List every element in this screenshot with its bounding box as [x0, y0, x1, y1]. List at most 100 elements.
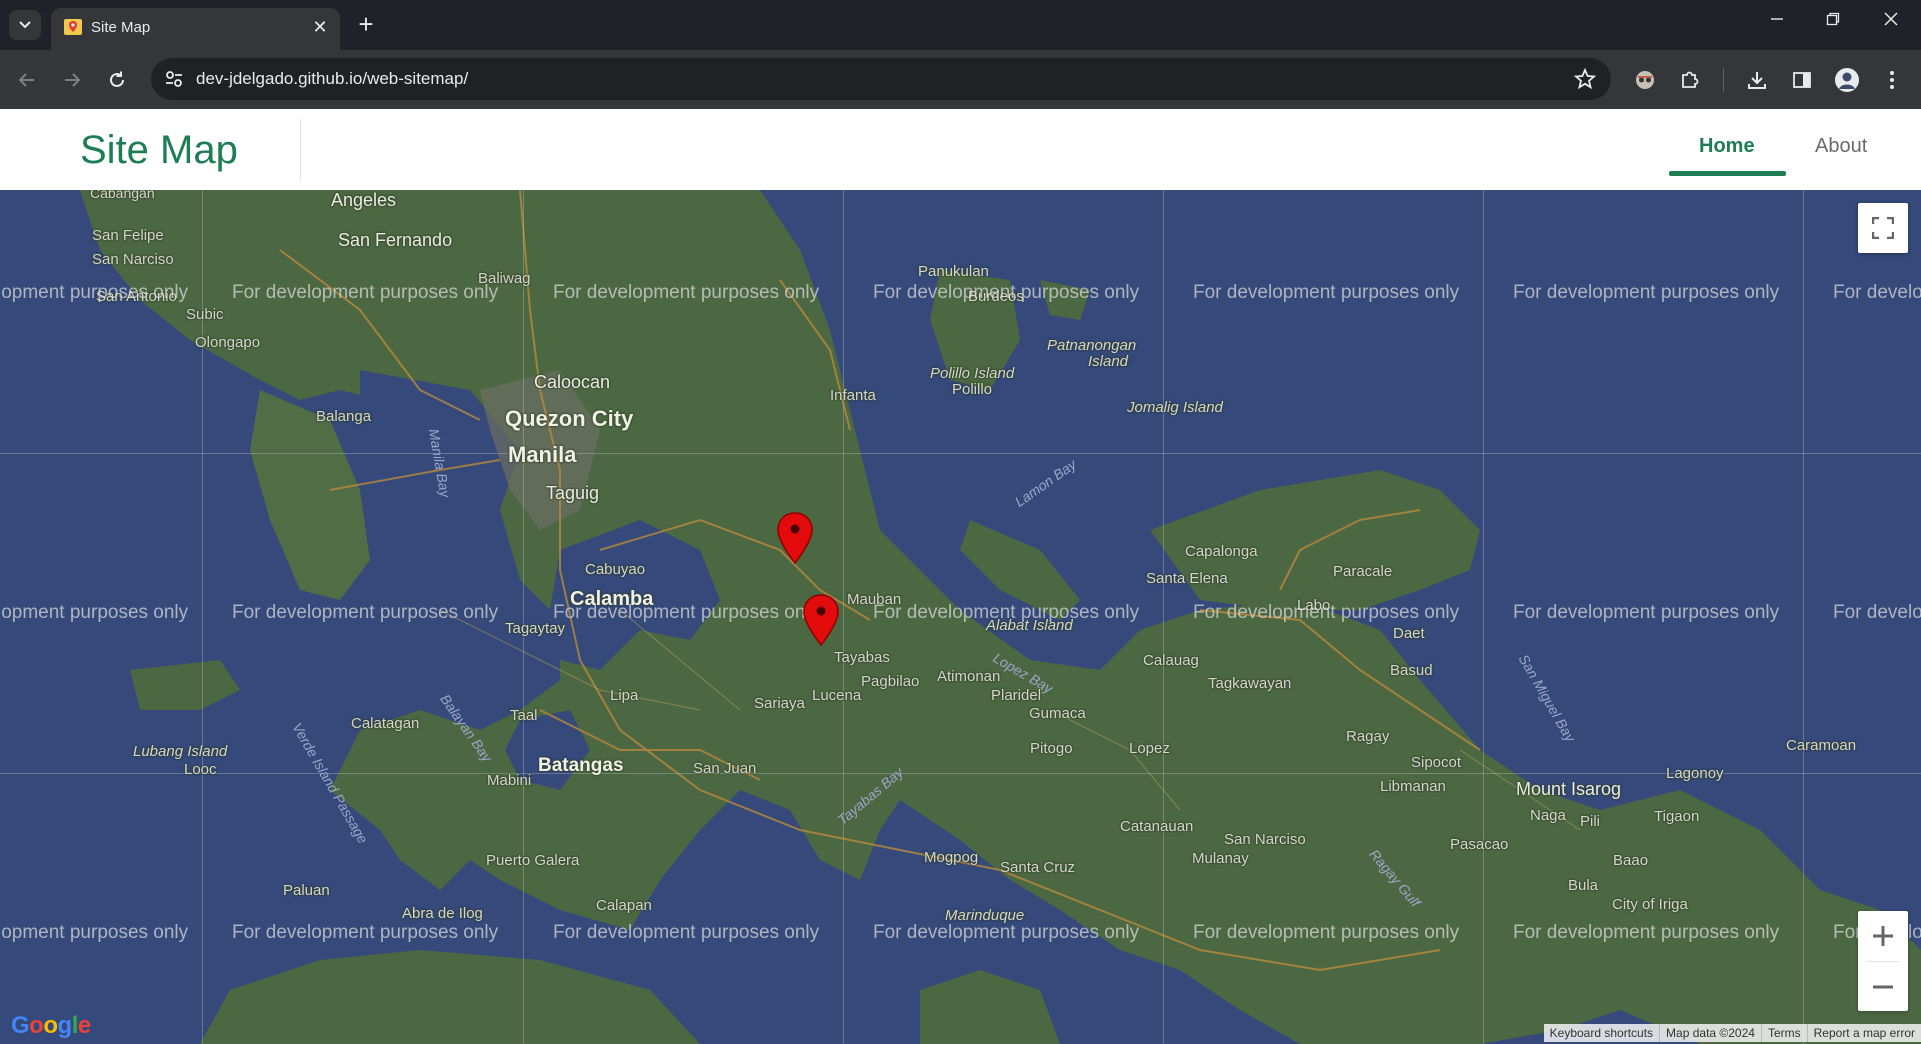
tile-border: [843, 190, 844, 1044]
extensions-button[interactable]: [1676, 66, 1704, 94]
map-favicon-icon: [64, 19, 82, 35]
new-tab-button[interactable]: +: [354, 11, 378, 37]
bookmark-star-icon[interactable]: [1573, 67, 1597, 91]
place-label: Quezon City: [505, 406, 634, 431]
active-nav-indicator: [1669, 171, 1786, 176]
place-label: Cabangan: [90, 190, 155, 201]
report-map-error-link[interactable]: Report a map error: [1806, 1024, 1921, 1042]
place-label: Batangas: [538, 755, 624, 776]
place-label: Panukulan: [918, 263, 989, 280]
restore-button[interactable]: [1818, 12, 1848, 38]
dev-watermark-text: For development purposes only: [873, 602, 1140, 623]
dev-watermark-text: For development purposes only: [553, 282, 820, 303]
tab-title: Site Map: [91, 19, 151, 36]
chevron-down-icon: [19, 21, 31, 29]
extension-avatar-button[interactable]: [1631, 66, 1659, 94]
terms-link[interactable]: Terms: [1760, 1024, 1807, 1042]
forward-button[interactable]: [58, 66, 86, 94]
arrow-left-icon: [18, 73, 34, 87]
map-attribution: Keyboard shortcuts Map data ©2024 Terms …: [1543, 1024, 1921, 1042]
minimize-button[interactable]: [1762, 12, 1792, 38]
browser-menu-button[interactable]: [1878, 66, 1906, 94]
place-label: Capalonga: [1185, 543, 1258, 560]
zoom-out-button[interactable]: [1858, 962, 1908, 1011]
place-label: Cabuyao: [585, 561, 646, 578]
place-label: Balanga: [316, 408, 372, 425]
place-label: Manila: [508, 442, 577, 467]
place-label: San Narciso: [1224, 831, 1306, 848]
dev-watermark-text: For development purposes only: [873, 282, 1140, 303]
profile-avatar-icon: [1835, 68, 1859, 92]
side-panel-button[interactable]: [1788, 66, 1816, 94]
minimize-icon: [1771, 18, 1783, 20]
location-pin-icon[interactable]: [801, 593, 841, 647]
browser-toolbar: dev-jdelgado.github.io/web-sitemap/: [0, 50, 1921, 109]
tile-border: [1163, 190, 1164, 1044]
place-label: Bula: [1568, 877, 1599, 894]
dev-watermark-text: For development purposes only: [1513, 602, 1780, 623]
toolbar-divider: [1723, 68, 1724, 92]
back-button[interactable]: [13, 66, 41, 94]
tile-border: [1803, 190, 1804, 1044]
place-label: Subic: [186, 306, 224, 323]
site-brand-title[interactable]: Site Map: [80, 128, 238, 173]
place-label: Tigaon: [1654, 808, 1700, 825]
zoom-control: [1858, 911, 1908, 1011]
location-pin-icon[interactable]: [775, 511, 815, 565]
tile-border: [1483, 190, 1484, 1044]
place-label: Taguig: [546, 483, 600, 503]
place-label: Looc: [184, 761, 217, 778]
google-logo[interactable]: Google: [11, 1012, 91, 1040]
place-label: Jomalig Island: [1127, 399, 1223, 416]
dev-watermark-text: For development purposes only: [553, 922, 820, 943]
puzzle-icon: [1682, 71, 1699, 88]
url-text[interactable]: dev-jdelgado.github.io/web-sitemap/: [196, 69, 468, 89]
place-label: Polillo Island: [930, 365, 1015, 382]
place-label: Tagkawayan: [1208, 675, 1292, 692]
place-label: Sipocot: [1411, 754, 1462, 771]
tab-search-button[interactable]: [9, 10, 41, 40]
dev-watermark-text: For development purposes only: [1193, 282, 1460, 303]
site-info-icon[interactable]: [163, 68, 185, 90]
side-panel-icon: [1793, 72, 1811, 88]
dev-watermark-text: For development purposes only: [232, 282, 499, 303]
dev-watermark-text: For development purposes only: [1193, 922, 1460, 943]
reload-icon: [110, 71, 124, 87]
tile-border: [523, 190, 524, 1044]
zoom-in-button[interactable]: [1858, 911, 1908, 961]
place-label: Taal: [510, 707, 538, 724]
place-label: Caloocan: [534, 372, 611, 392]
place-label: Tayabas: [834, 649, 890, 666]
download-icon: [1748, 72, 1766, 89]
place-label: Polillo: [952, 381, 993, 398]
fullscreen-button[interactable]: [1858, 203, 1908, 253]
downloads-button[interactable]: [1743, 66, 1771, 94]
place-label: Pili: [1580, 813, 1601, 830]
dev-watermark-text: For development purposes only: [1193, 602, 1460, 623]
close-window-button[interactable]: [1876, 12, 1906, 38]
arrow-right-icon: [65, 73, 81, 87]
place-label: Abra de Ilog: [402, 905, 483, 922]
place-label: San Narciso: [92, 251, 174, 268]
reload-button[interactable]: [103, 66, 131, 94]
place-label: Mulanay: [1192, 850, 1249, 867]
address-bar[interactable]: dev-jdelgado.github.io/web-sitemap/: [151, 58, 1611, 100]
place-label: San Juan: [693, 760, 757, 777]
dev-watermark-text: For development purposes only: [0, 602, 189, 623]
profile-button[interactable]: [1833, 66, 1861, 94]
browser-tab[interactable]: Site Map ✕: [51, 8, 340, 50]
dev-watermark-text: For development purposes only: [873, 922, 1140, 943]
place-label: Calapan: [596, 897, 652, 914]
close-tab-icon[interactable]: ✕: [310, 17, 330, 37]
brand-divider: [300, 119, 301, 181]
map-canvas[interactable]: Cabangan Angeles San Felipe San Fernando…: [0, 190, 1921, 1044]
place-label: Atimonan: [937, 668, 1001, 685]
nav-about-link[interactable]: About: [1815, 135, 1867, 158]
place-label: Catanauan: [1120, 818, 1194, 835]
dev-watermark-text: For development purposes only: [1513, 922, 1780, 943]
keyboard-shortcuts-link[interactable]: Keyboard shortcuts: [1544, 1024, 1659, 1042]
nav-home-link[interactable]: Home: [1699, 135, 1755, 158]
place-label: Paracale: [1333, 563, 1393, 580]
place-label: Libmanan: [1380, 778, 1446, 795]
close-icon: [1884, 12, 1898, 26]
